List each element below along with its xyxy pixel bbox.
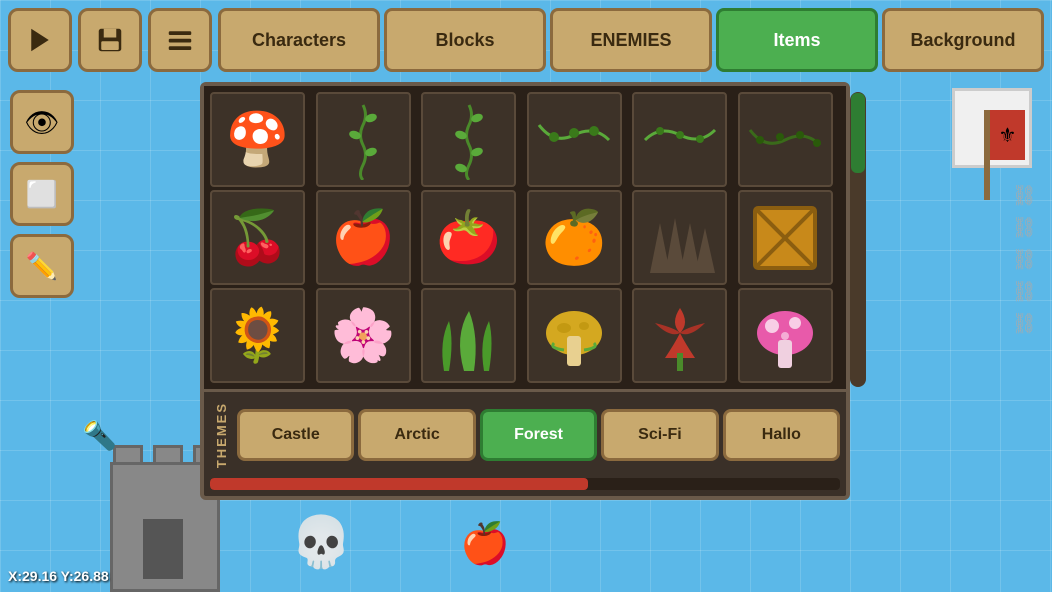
toolbar: Characters Blocks ENEMIES Items Backgrou… — [0, 0, 1052, 80]
item-garland2[interactable] — [632, 92, 727, 187]
flower-emoji: 🌸 — [331, 310, 396, 362]
item-garland1[interactable] — [527, 92, 622, 187]
tab-blocks[interactable]: Blocks — [384, 8, 546, 72]
spikes-icon — [640, 203, 720, 273]
tab-characters[interactable]: Characters — [218, 8, 380, 72]
garland3-icon — [745, 115, 825, 165]
item-garland3[interactable] — [738, 92, 833, 187]
theme-arctic[interactable]: Arctic — [358, 409, 475, 461]
theme-scifi[interactable]: Sci-Fi — [601, 409, 718, 461]
mushroom-emoji: 🍄 — [225, 114, 290, 166]
themes-label: THEMES — [210, 398, 233, 472]
chain-decoration: ⛓⛓⛓⛓⛓ — [1012, 180, 1037, 340]
item-mushroom[interactable]: 🍄 — [210, 92, 305, 187]
tab-items[interactable]: Items — [716, 8, 878, 72]
item-red-flower[interactable] — [632, 288, 727, 383]
tab-background[interactable]: Background — [882, 8, 1044, 72]
eraser-icon: ⬜ — [26, 179, 58, 210]
menu-button[interactable] — [148, 8, 212, 72]
sunflower-emoji: 🌻 — [225, 310, 290, 362]
tab-enemies[interactable]: ENEMIES — [550, 8, 712, 72]
eye-tool-button[interactable]: 👁 — [10, 90, 74, 154]
progress-bar-container — [210, 478, 840, 490]
pencil-tool-button[interactable]: ✏️ — [10, 234, 74, 298]
item-tomato[interactable]: 🍅 — [421, 190, 516, 285]
save-icon — [95, 25, 125, 55]
item-orange[interactable]: 🍊 — [527, 190, 622, 285]
item-sunflower[interactable]: 🌻 — [210, 288, 305, 383]
items-grid: 🍄 — [204, 86, 846, 389]
item-crate[interactable] — [738, 190, 833, 285]
scrollbar-thumb[interactable] — [851, 93, 865, 173]
menu-icon — [165, 25, 195, 55]
vine2-icon — [449, 100, 489, 180]
cherries-emoji: 🍒 — [225, 212, 290, 264]
theme-hallo[interactable]: Hallo — [723, 409, 840, 461]
crate-icon — [750, 203, 820, 273]
theme-castle[interactable]: Castle — [237, 409, 354, 461]
theme-forest[interactable]: Forest — [480, 409, 597, 461]
eraser-tool-button[interactable]: ⬜ — [10, 162, 74, 226]
mushroom-yellow-icon — [539, 298, 609, 373]
left-tools: 👁 ⬜ ✏️ — [10, 90, 74, 298]
item-grass[interactable] — [421, 288, 516, 383]
orange-emoji: 🍊 — [542, 212, 607, 264]
item-vine1[interactable] — [316, 92, 411, 187]
tomato-emoji: 🍅 — [436, 212, 501, 264]
pink-mushroom-icon — [750, 298, 820, 373]
apple-emoji: 🍎 — [331, 212, 396, 264]
grass-icon — [429, 301, 509, 371]
item-apple[interactable]: 🍎 — [316, 190, 411, 285]
red-flower-icon — [645, 298, 715, 373]
main-panel: 🍄 — [200, 82, 850, 500]
item-cherries[interactable]: 🍒 — [210, 190, 305, 285]
themes-bar: THEMES Castle Arctic Forest Sci-Fi Hallo — [204, 389, 846, 478]
garland2-icon — [640, 115, 720, 165]
play-icon — [25, 25, 55, 55]
item-flower[interactable]: 🌸 — [316, 288, 411, 383]
scrollbar-track[interactable] — [850, 92, 866, 387]
garland1-icon — [534, 115, 614, 165]
skeleton-character: 💀 — [290, 513, 352, 572]
tab-group: Characters Blocks ENEMIES Items Backgrou… — [218, 8, 1044, 72]
coordinates: X:29.16 Y:26.88 — [8, 568, 109, 584]
progress-bar-fill — [210, 478, 588, 490]
apple-item: 🍎 — [460, 520, 510, 567]
flag-decoration: ⚜ — [984, 110, 990, 200]
item-spikes[interactable] — [632, 190, 727, 285]
item-vine2[interactable] — [421, 92, 516, 187]
save-button[interactable] — [78, 8, 142, 72]
eye-icon: 👁 — [24, 106, 60, 139]
item-pink-mushroom[interactable] — [738, 288, 833, 383]
item-mushroom-yellow[interactable] — [527, 288, 622, 383]
torch-decoration: 🔦 — [82, 419, 117, 452]
vine1-icon — [343, 100, 383, 180]
pencil-icon: ✏️ — [26, 251, 58, 282]
play-button[interactable] — [8, 8, 72, 72]
